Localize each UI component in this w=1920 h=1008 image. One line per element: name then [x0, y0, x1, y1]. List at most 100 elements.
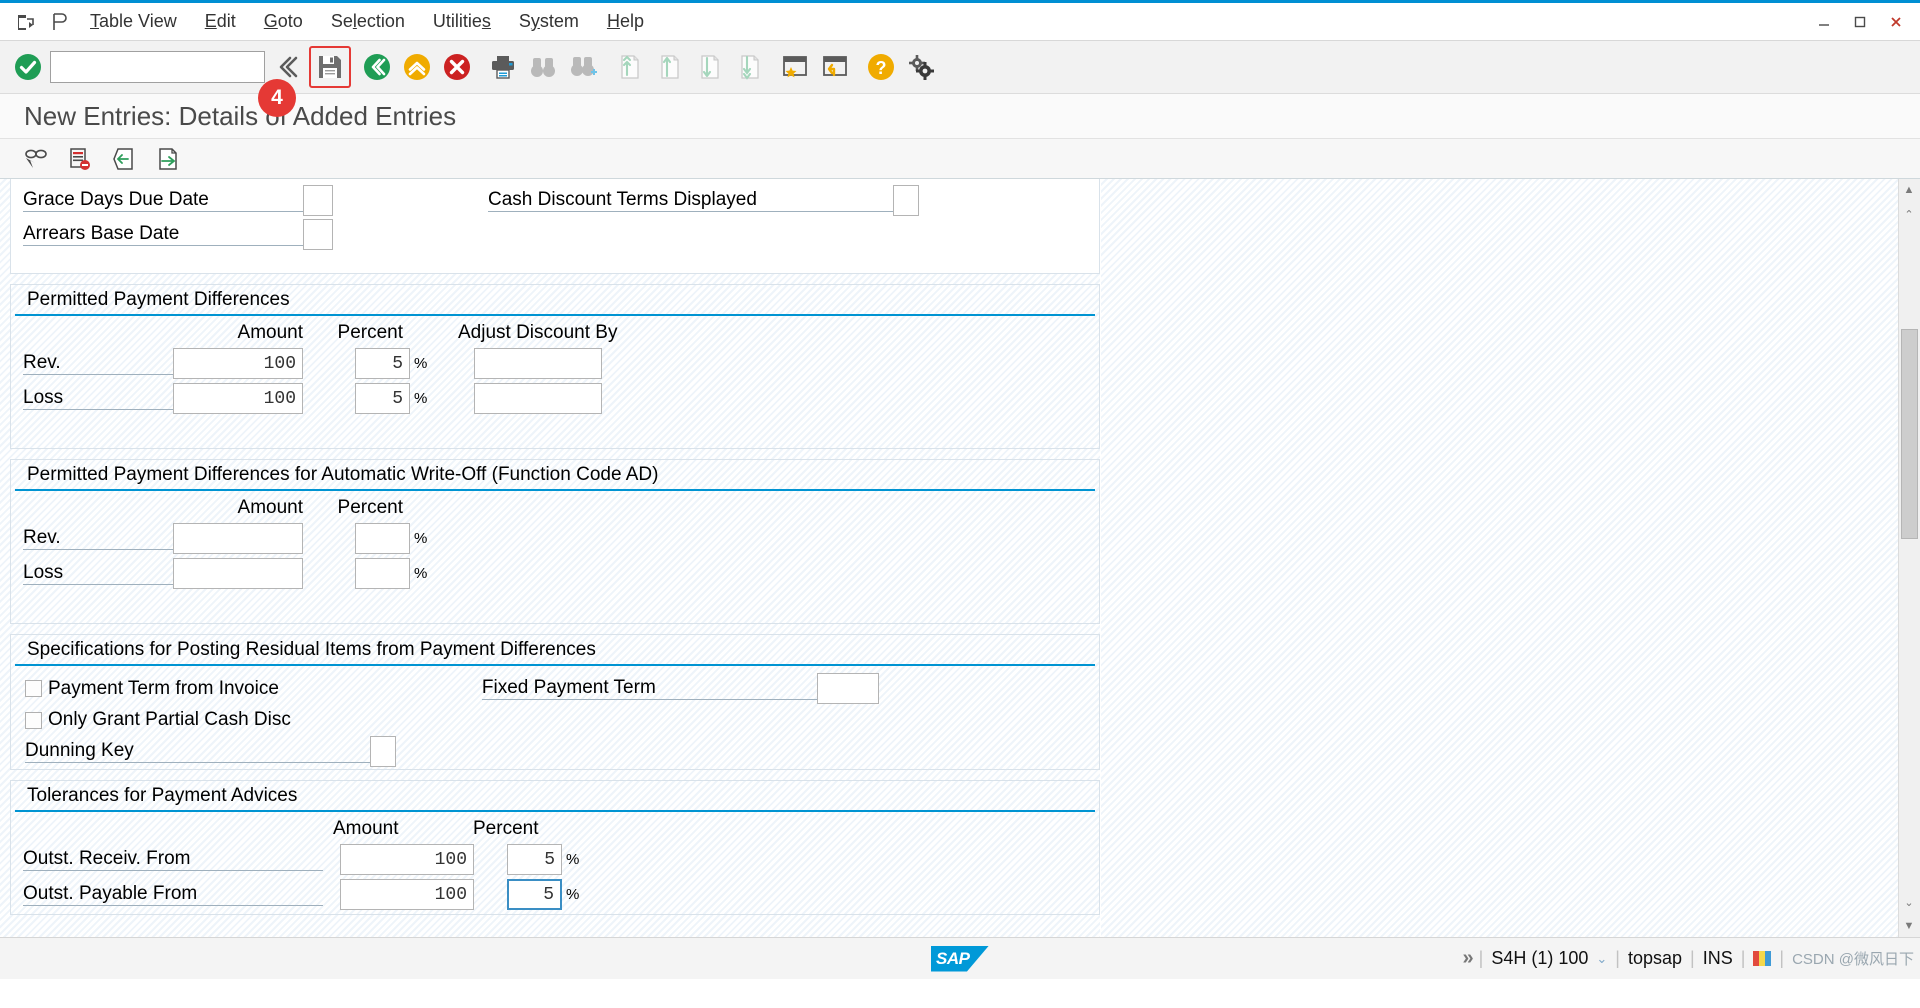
- header-percent: Percent: [337, 322, 403, 343]
- favorite-window-icon[interactable]: [775, 47, 815, 87]
- input-outst-payable-amount[interactable]: [340, 879, 474, 910]
- next-entry-icon[interactable]: [146, 142, 190, 176]
- input-outst-receiv-amount[interactable]: [340, 844, 474, 875]
- save-button[interactable]: [309, 46, 351, 88]
- row-label-outst-payable-from: Outst. Payable From: [23, 883, 198, 904]
- label-payment-term-from-invoice: Payment Term from Invoice: [48, 677, 279, 699]
- checkbox-only-grant-partial-cash-disc[interactable]: [25, 711, 42, 729]
- transaction-menu-icon[interactable]: [42, 7, 76, 37]
- status-divider-2: |: [1615, 948, 1620, 968]
- back-green-icon[interactable]: [357, 47, 397, 87]
- scroll-down-button[interactable]: ▼: [1899, 915, 1919, 937]
- scroll-up-button[interactable]: ▲: [1899, 179, 1919, 201]
- previous-entry-icon[interactable]: [102, 142, 146, 176]
- row-label-loss: Loss: [23, 387, 64, 408]
- customize-icon[interactable]: [901, 47, 941, 87]
- menu-item-utilities[interactable]: Utilities: [419, 8, 505, 35]
- next-page-icon[interactable]: [689, 47, 729, 87]
- menu-item-help[interactable]: Help: [593, 8, 658, 35]
- input-rev-adjust-discount[interactable]: [474, 348, 603, 379]
- application-toolbar: [0, 139, 1920, 179]
- header-adjust-discount-by: Adjust Discount By: [458, 322, 618, 343]
- status-expand-icon[interactable]: »: [1463, 947, 1474, 970]
- input-cash-discount-terms-displayed[interactable]: [893, 185, 919, 216]
- input-grace-days-due-date[interactable]: [303, 185, 333, 216]
- menu-label-help: elp: [619, 11, 644, 31]
- input-rev-amount-writeoff[interactable]: [173, 523, 303, 554]
- header-amount: Amount: [333, 818, 399, 839]
- first-page-icon[interactable]: [609, 47, 649, 87]
- enter-check-icon[interactable]: [8, 47, 48, 87]
- input-loss-amount[interactable]: [173, 383, 303, 414]
- last-page-icon[interactable]: [729, 47, 769, 87]
- chevron-down-icon[interactable]: ⌄: [1596, 951, 1607, 967]
- find-icon[interactable]: [523, 47, 563, 87]
- input-dunning-key[interactable]: [370, 736, 396, 767]
- group-title-payment-advices: Tolerances for Payment Advices: [15, 781, 1095, 812]
- input-rev-percent-writeoff[interactable]: [355, 523, 410, 554]
- checkbox-payment-term-from-invoice[interactable]: [25, 680, 42, 697]
- status-insert-mode[interactable]: INS: [1703, 948, 1733, 969]
- table-row: Outst. Payable From %: [11, 875, 1099, 910]
- status-bar: SAP » | S4H (1) 100 ⌄ | topsap | INS | |…: [0, 937, 1920, 979]
- close-button[interactable]: [1878, 7, 1914, 37]
- window-controls: [1806, 3, 1914, 41]
- status-divider-5: |: [1779, 948, 1785, 968]
- input-loss-amount-writeoff[interactable]: [173, 558, 303, 589]
- input-fixed-payment-term[interactable]: [816, 673, 879, 704]
- scroll-down-page-button[interactable]: ⌄: [1899, 891, 1919, 913]
- status-system-label: S4H (1) 100: [1491, 948, 1589, 968]
- menu-item-edit[interactable]: Edit: [191, 8, 250, 35]
- input-loss-adjust-discount[interactable]: [474, 383, 603, 414]
- new-window-icon[interactable]: [815, 47, 855, 87]
- help-icon[interactable]: ?: [861, 47, 901, 87]
- menu-item-goto[interactable]: Goto: [250, 8, 317, 35]
- percent-symbol: %: [414, 565, 428, 582]
- print-icon[interactable]: [483, 47, 523, 87]
- vertical-scrollbar[interactable]: ▲ ⌃ ⌄ ▼: [1898, 179, 1920, 937]
- scrollbar-thumb[interactable]: [1901, 329, 1918, 539]
- cancel-red-icon[interactable]: [437, 47, 477, 87]
- watermark-text: CSDN @微风日下: [1792, 951, 1914, 968]
- percent-symbol: %: [414, 530, 428, 547]
- delete-entry-icon[interactable]: [58, 142, 102, 176]
- display-change-icon[interactable]: [14, 142, 58, 176]
- menu-label-goto: oto: [277, 11, 303, 31]
- previous-page-icon[interactable]: [649, 47, 689, 87]
- maximize-restore-button[interactable]: [1842, 7, 1878, 37]
- percent-symbol: %: [566, 886, 580, 903]
- row-label-loss-writeoff: Loss: [23, 562, 64, 583]
- header-percent: Percent: [337, 497, 403, 518]
- panel-automatic-write-off: Permitted Payment Differences for Automa…: [10, 459, 1100, 624]
- input-rev-amount[interactable]: [173, 348, 303, 379]
- menu-item-table-view[interactable]: Table View: [76, 8, 191, 35]
- scroll-up-page-button[interactable]: ⌃: [1899, 203, 1919, 225]
- percent-symbol: %: [414, 390, 428, 407]
- table-row: Rev. %: [11, 519, 1099, 554]
- minimize-button[interactable]: [1806, 7, 1842, 37]
- input-loss-percent[interactable]: [355, 383, 410, 414]
- command-field[interactable]: [50, 51, 265, 83]
- input-outst-payable-percent[interactable]: [507, 879, 562, 910]
- status-divider-1: |: [1478, 948, 1484, 968]
- exit-yellow-icon[interactable]: [397, 47, 437, 87]
- panel-permitted-payment-differences: Permitted Payment Differences Amount Per…: [10, 284, 1100, 449]
- input-loss-percent-writeoff[interactable]: [355, 558, 410, 589]
- percent-symbol: %: [414, 355, 428, 372]
- input-rev-percent[interactable]: [355, 348, 410, 379]
- table-row: Loss %: [11, 554, 1099, 589]
- row-label-rev-writeoff: Rev.: [23, 527, 61, 548]
- header-amount: Amount: [237, 322, 303, 343]
- status-divider-3: |: [1690, 948, 1695, 968]
- system-menu-icon[interactable]: [8, 7, 42, 37]
- language-flag-icon: [1753, 951, 1772, 966]
- menu-item-selection[interactable]: Selection: [317, 8, 419, 35]
- status-right-group: » | S4H (1) 100 ⌄ | topsap | INS | | CSD…: [1463, 947, 1915, 970]
- menu-item-system[interactable]: System: [505, 8, 593, 35]
- find-next-icon[interactable]: [563, 47, 603, 87]
- input-outst-receiv-percent[interactable]: [507, 844, 562, 875]
- label-fixed-payment-term: Fixed Payment Term: [481, 677, 656, 698]
- input-arrears-base-date[interactable]: [303, 219, 333, 250]
- menu-label-selection: ection: [356, 11, 405, 31]
- label-cash-discount-terms-displayed: Cash Discount Terms Displayed: [488, 189, 757, 210]
